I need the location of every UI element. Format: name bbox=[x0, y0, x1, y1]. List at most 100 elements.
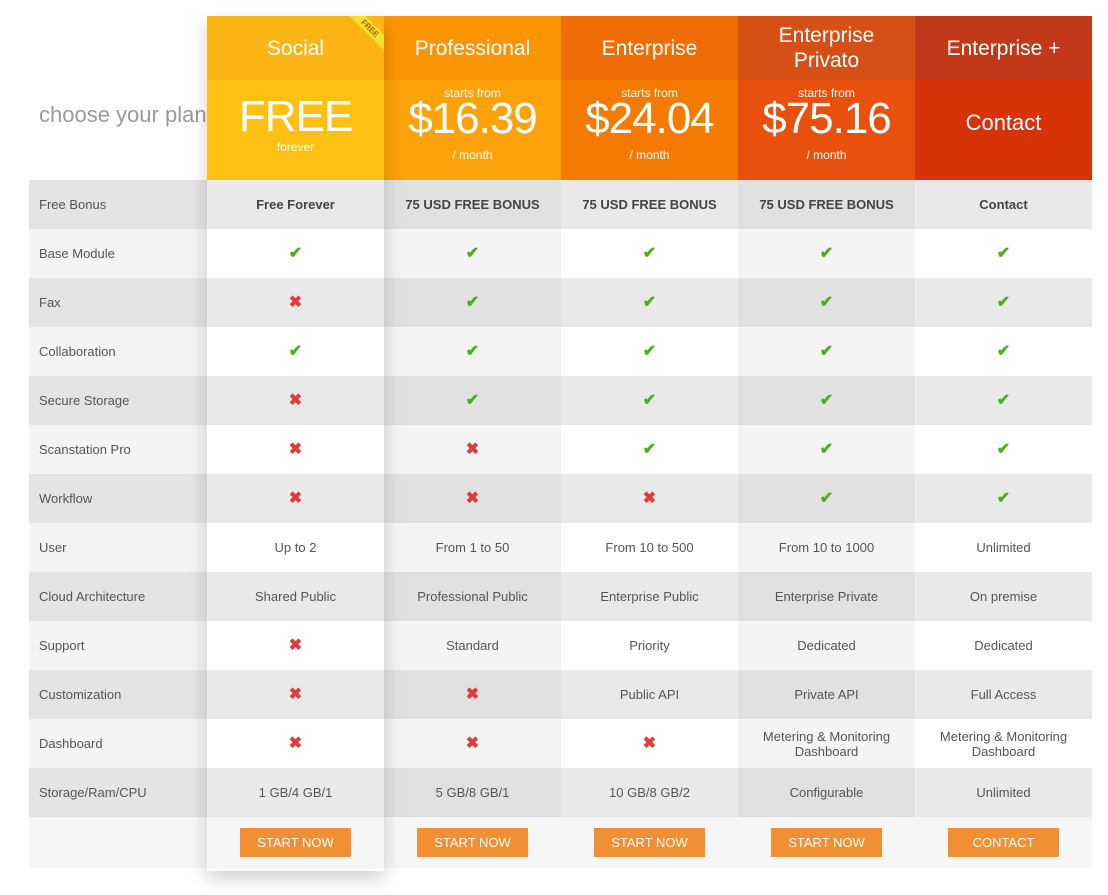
feature-cell: ✔ bbox=[738, 229, 915, 278]
cta-cell: START NOW bbox=[738, 817, 915, 868]
plan-price-block: starts from $16.39/ month bbox=[384, 80, 561, 180]
feature-cell: Metering & Monitoring Dashboard bbox=[738, 719, 915, 768]
feature-row-free-bonus: Free Bonus Free Forever 75 USD FREE BONUS 7… bbox=[29, 180, 1092, 229]
check-icon: ✔ bbox=[465, 392, 480, 409]
feature-value: From 10 to 500 bbox=[605, 540, 694, 555]
feature-cell: ✖ bbox=[384, 474, 561, 523]
feature-value: Enterprise Public bbox=[600, 589, 699, 604]
feature-cell: ✔ bbox=[738, 474, 915, 523]
cta-cell: START NOW bbox=[207, 817, 384, 868]
price-period: forever bbox=[276, 140, 315, 154]
plan-header-enterprise-privato: Enterprise Privato starts from $75.16/ mon… bbox=[738, 16, 915, 180]
plan-header-enterprise: Enterprise + Contact bbox=[915, 16, 1092, 180]
feature-cell: ✖ bbox=[384, 670, 561, 719]
feature-label: Dashboard bbox=[29, 719, 207, 768]
plan-price: $24.04 bbox=[585, 94, 715, 143]
start-now-button-enterprise[interactable]: START NOW bbox=[594, 828, 705, 857]
feature-cell: Dedicated bbox=[915, 621, 1092, 670]
feature-cell: ✔ bbox=[915, 474, 1092, 523]
feature-cell: ✔ bbox=[561, 376, 738, 425]
feature-value: Free Forever bbox=[256, 197, 335, 212]
check-icon: ✔ bbox=[819, 294, 834, 311]
feature-cell: ✔ bbox=[738, 376, 915, 425]
start-now-button-professional[interactable]: START NOW bbox=[417, 828, 528, 857]
plan-name: Professional bbox=[384, 16, 561, 80]
price-period: / month bbox=[806, 148, 847, 162]
feature-value: Dedicated bbox=[797, 638, 856, 653]
feature-label: Workflow bbox=[29, 474, 207, 523]
feature-row-scanstation-pro: Scanstation Pro ✖ ✖ ✔ ✔ ✔ bbox=[29, 425, 1092, 474]
feature-value: Enterprise Private bbox=[774, 589, 879, 604]
check-icon: ✔ bbox=[996, 343, 1011, 360]
feature-label: Base Module bbox=[29, 229, 207, 278]
feature-cell: ✖ bbox=[384, 719, 561, 768]
feature-cell: ✔ bbox=[915, 229, 1092, 278]
cross-icon: ✖ bbox=[465, 735, 480, 752]
check-icon: ✔ bbox=[996, 294, 1011, 311]
feature-cell: Enterprise Public bbox=[561, 572, 738, 621]
feature-label: Cloud Architecture bbox=[29, 572, 207, 621]
feature-value: Professional Public bbox=[417, 589, 528, 604]
feature-label: Storage/Ram/CPU bbox=[29, 768, 207, 817]
start-now-button-enterprise-privato[interactable]: START NOW bbox=[771, 828, 882, 857]
cta-row: START NOW START NOW START NOW START NOW CONT… bbox=[29, 817, 1092, 868]
feature-cell: ✖ bbox=[207, 621, 384, 670]
feature-label: Scanstation Pro bbox=[29, 425, 207, 474]
feature-cell: 75 USD FREE BONUS bbox=[384, 180, 561, 229]
check-icon: ✔ bbox=[996, 245, 1011, 262]
feature-cell: 75 USD FREE BONUS bbox=[561, 180, 738, 229]
plan-name: Enterprise bbox=[561, 16, 738, 80]
feature-row-workflow: Workflow ✖ ✖ ✖ ✔ ✔ bbox=[29, 474, 1092, 523]
feature-cell: ✔ bbox=[738, 278, 915, 327]
feature-cell: Contact bbox=[915, 180, 1092, 229]
feature-row-user: User Up to 2 From 1 to 50 From 10 to 500 Fro… bbox=[29, 523, 1092, 572]
plan-price-block: starts from $24.04/ month bbox=[561, 80, 738, 180]
feature-cell: Priority bbox=[561, 621, 738, 670]
feature-row-collaboration: Collaboration ✔ ✔ ✔ ✔ ✔ bbox=[29, 327, 1092, 376]
check-icon: ✔ bbox=[465, 294, 480, 311]
cross-icon: ✖ bbox=[465, 686, 480, 703]
cross-icon: ✖ bbox=[465, 490, 480, 507]
ribbon-label: FREE bbox=[344, 16, 384, 54]
header-lead: choose your plan bbox=[29, 16, 207, 180]
feature-value: Priority bbox=[629, 638, 670, 653]
feature-cell: Private API bbox=[738, 670, 915, 719]
check-icon: ✔ bbox=[642, 294, 657, 311]
feature-cell: ✖ bbox=[561, 474, 738, 523]
feature-cell: ✔ bbox=[384, 327, 561, 376]
feature-cell: ✔ bbox=[561, 229, 738, 278]
pricing-header: choose your plan Social FREE forever FREE Pr… bbox=[29, 16, 1092, 180]
feature-cell: ✔ bbox=[915, 278, 1092, 327]
feature-label: User bbox=[29, 523, 207, 572]
plan-price-block: starts from $75.16/ month bbox=[738, 80, 915, 180]
plan-header-enterprise: Enterprise starts from $24.04/ month bbox=[561, 16, 738, 180]
feature-value: On premise bbox=[969, 589, 1038, 604]
feature-value: Metering & Monitoring Dashboard bbox=[939, 728, 1068, 759]
contact-button-enterprise[interactable]: CONTACT bbox=[948, 828, 1059, 857]
cross-icon: ✖ bbox=[642, 735, 657, 752]
start-now-button-social[interactable]: START NOW bbox=[240, 828, 351, 857]
feature-value: 75 USD FREE BONUS bbox=[405, 197, 540, 212]
cross-icon: ✖ bbox=[288, 294, 303, 311]
feature-label: Support bbox=[29, 621, 207, 670]
plan-header-professional: Professional starts from $16.39/ month bbox=[384, 16, 561, 180]
check-icon: ✔ bbox=[642, 392, 657, 409]
free-ribbon: FREE bbox=[344, 16, 384, 56]
check-icon: ✔ bbox=[819, 441, 834, 458]
plan-price: $16.39 bbox=[408, 94, 538, 143]
cross-icon: ✖ bbox=[288, 637, 303, 654]
plan-price-block: FREE forever bbox=[207, 80, 384, 180]
feature-row-dashboard: Dashboard ✖ ✖ ✖ Metering & Monitoring Dashbo… bbox=[29, 719, 1092, 768]
feature-cell: From 10 to 1000 bbox=[738, 523, 915, 572]
feature-row-fax: Fax ✖ ✔ ✔ ✔ ✔ bbox=[29, 278, 1092, 327]
feature-label: Collaboration bbox=[29, 327, 207, 376]
feature-row-base-module: Base Module ✔ ✔ ✔ ✔ ✔ bbox=[29, 229, 1092, 278]
feature-cell: Enterprise Private bbox=[738, 572, 915, 621]
feature-cell: ✔ bbox=[561, 425, 738, 474]
feature-cell: ✔ bbox=[915, 425, 1092, 474]
plan-name: Enterprise + bbox=[915, 16, 1092, 80]
cross-icon: ✖ bbox=[465, 441, 480, 458]
feature-cell: Dedicated bbox=[738, 621, 915, 670]
plan-price: FREE bbox=[238, 92, 353, 141]
price-period: / month bbox=[629, 148, 670, 162]
